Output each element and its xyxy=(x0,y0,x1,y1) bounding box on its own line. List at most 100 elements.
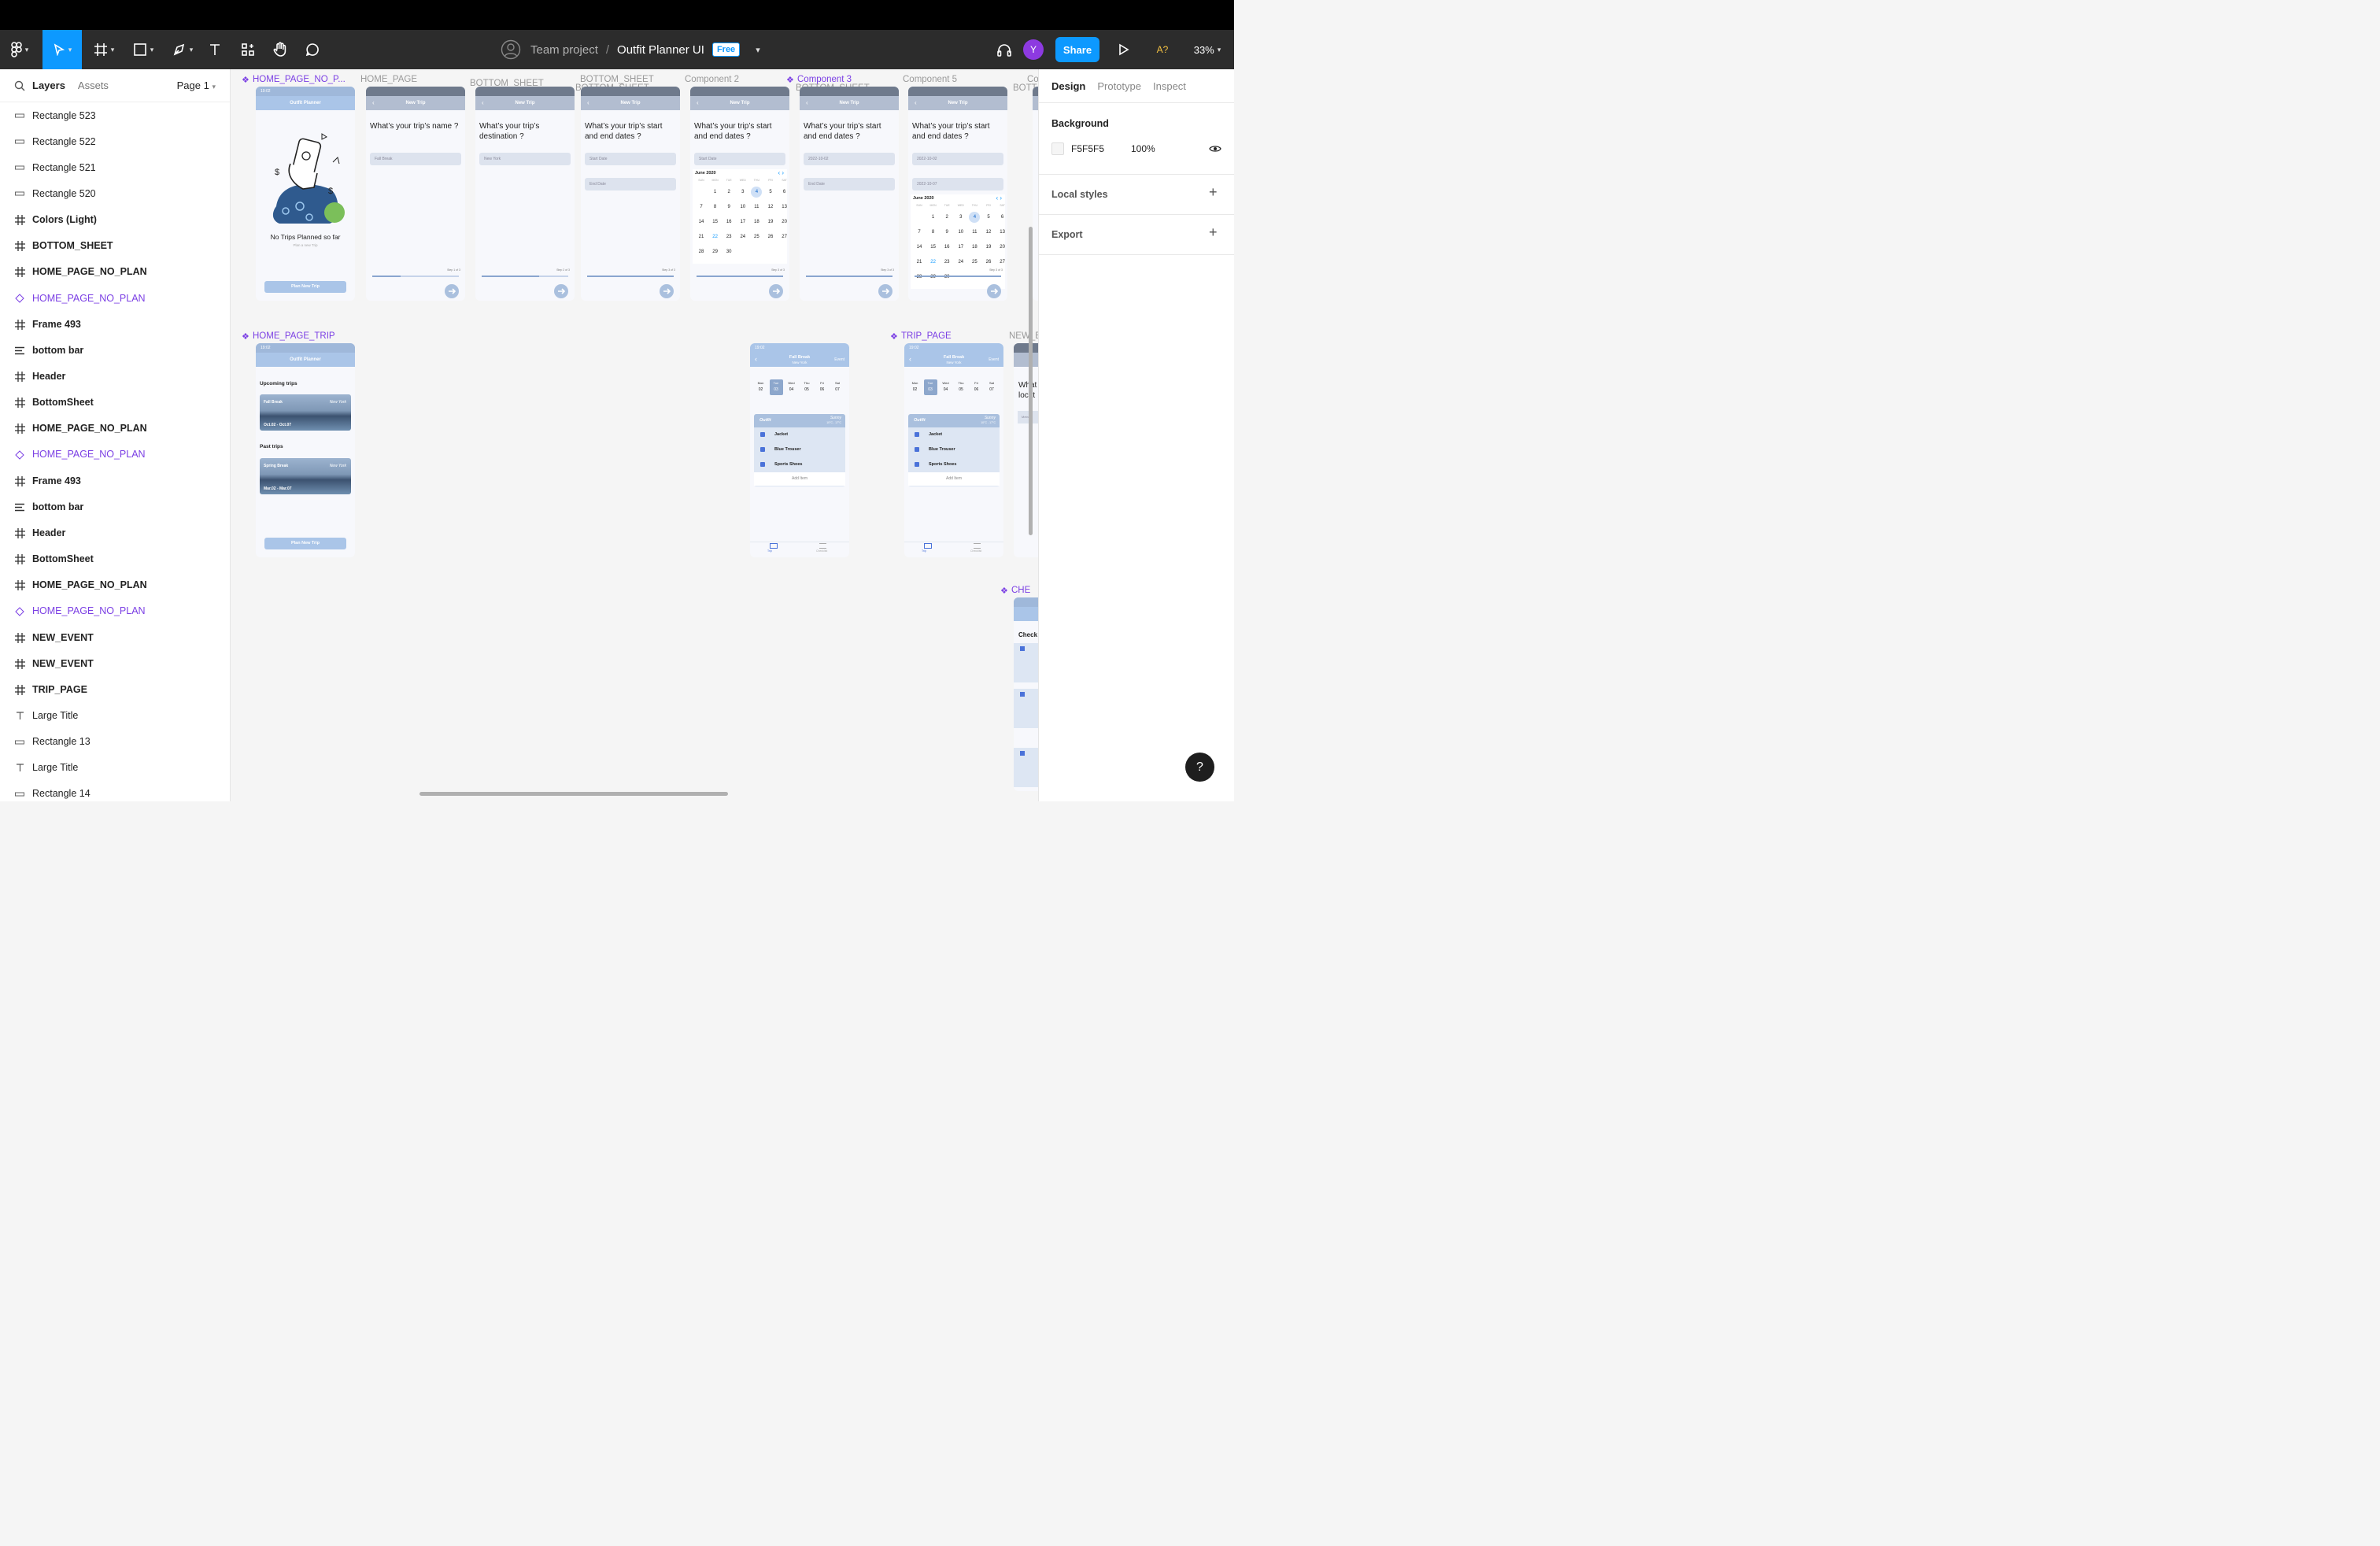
item-checkbox[interactable] xyxy=(915,432,919,437)
calendar-day[interactable]: 15 xyxy=(710,216,721,227)
calendar-day[interactable]: 6 xyxy=(997,212,1007,223)
tab-trip[interactable]: Trip xyxy=(767,549,772,553)
calendar-day[interactable]: 4 xyxy=(751,187,763,198)
calendar-day[interactable] xyxy=(779,246,789,257)
calendar-day[interactable]: 8 xyxy=(928,227,939,238)
calendar-day[interactable]: 22 xyxy=(928,257,939,268)
calendar-day[interactable] xyxy=(751,246,762,257)
calendar-day[interactable]: 23 xyxy=(941,257,952,268)
calendar-day[interactable]: 18 xyxy=(751,216,762,227)
calendar-day[interactable] xyxy=(969,272,980,283)
calendar-day[interactable]: 19 xyxy=(765,216,776,227)
shape-tool-button[interactable]: ▾ xyxy=(126,30,161,69)
calendar-day[interactable]: 7 xyxy=(914,227,925,238)
layer-row[interactable]: HOME_PAGE_NO_PLAN xyxy=(0,259,230,285)
calendar-day[interactable]: 3 xyxy=(955,212,966,223)
calendar-day[interactable] xyxy=(765,246,776,257)
calendar-day[interactable]: 27 xyxy=(997,257,1007,268)
help-button[interactable]: ? xyxy=(1185,753,1214,782)
back-chevron-icon[interactable]: ‹ xyxy=(482,99,484,106)
text-field[interactable]: Fall Break xyxy=(370,153,461,165)
calendar-day[interactable]: 5 xyxy=(983,212,994,223)
trip-card[interactable]: Spring Break New York Mar.02 - Mar.07 xyxy=(260,458,351,494)
next-button[interactable] xyxy=(660,284,674,298)
team-link[interactable]: Team project xyxy=(530,43,598,57)
calendar-day[interactable] xyxy=(955,272,966,283)
tab-prototype[interactable]: Prototype xyxy=(1097,80,1141,92)
calendar-day[interactable]: 25 xyxy=(969,257,980,268)
text-field[interactable]: 2022-10-02 xyxy=(804,153,895,165)
calendar-day[interactable]: 14 xyxy=(914,242,925,253)
calendar-day[interactable] xyxy=(914,212,925,223)
add-item-button[interactable]: Add Item xyxy=(908,472,1000,486)
calendar-day[interactable]: 3 xyxy=(737,187,748,198)
audio-button[interactable] xyxy=(993,30,1015,69)
calendar-day[interactable]: 14 xyxy=(696,216,707,227)
calendar-day[interactable]: 12 xyxy=(983,227,994,238)
calendar-day[interactable]: 28 xyxy=(914,272,925,283)
calendar-day[interactable]: 10 xyxy=(955,227,966,238)
calendar-day[interactable]: 2 xyxy=(941,212,952,223)
calendar-day[interactable]: 26 xyxy=(765,231,776,242)
calendar-day[interactable]: 20 xyxy=(779,216,789,227)
calendar-day[interactable]: 16 xyxy=(723,216,734,227)
add-style-plus-icon[interactable]: + xyxy=(1209,184,1218,201)
tab-assets[interactable]: Assets xyxy=(78,80,109,91)
layer-row[interactable]: BottomSheet xyxy=(0,546,230,572)
layer-row[interactable]: NEW_EVENT xyxy=(0,650,230,676)
layer-row[interactable]: Large Title xyxy=(0,755,230,781)
calendar-day[interactable]: 21 xyxy=(914,257,925,268)
layer-row[interactable]: BottomSheet xyxy=(0,390,230,416)
layer-row[interactable]: Frame 493 xyxy=(0,311,230,337)
calendar-day[interactable]: 21 xyxy=(696,231,707,242)
share-button[interactable]: Share xyxy=(1055,37,1099,62)
next-button[interactable] xyxy=(987,284,1001,298)
layer-row[interactable]: Rectangle 13 xyxy=(0,729,230,755)
layer-row[interactable]: Colors (Light) xyxy=(0,207,230,233)
layer-row[interactable]: HOME_PAGE_NO_PLAN xyxy=(0,416,230,442)
text-field[interactable]: Start Date xyxy=(694,153,785,165)
day-chip[interactable]: Sat 07 xyxy=(985,379,999,395)
canvas[interactable]: HOME_PAGE_NO_P... ❖ HOME_PAGE BOTTOM_SHEET B… xyxy=(231,69,1038,801)
layer-row[interactable]: Rectangle 523 xyxy=(0,102,230,128)
calendar-day[interactable]: 2 xyxy=(723,187,734,198)
date-picker[interactable]: June 2020 ‹ › SUN MON TUE WED THU FRI SAT 1 2 3 4 5 6 7… xyxy=(693,169,787,264)
calendar-day[interactable]: 6 xyxy=(779,187,789,198)
frame-label[interactable]: HOME_PAGE_NO_P... xyxy=(253,75,346,84)
layer-row[interactable]: Header xyxy=(0,364,230,390)
text-field[interactable]: New York xyxy=(479,153,571,165)
home-trip-frame[interactable]: Outfit Planner 19:02 Upcoming trips Fall Br… xyxy=(256,343,355,557)
layer-row[interactable]: HOME_PAGE_NO_PLAN xyxy=(0,572,230,598)
day-chip[interactable]: Wed 04 xyxy=(785,379,798,395)
calendar-day[interactable]: 13 xyxy=(779,202,789,213)
tab-inspect[interactable]: Inspect xyxy=(1153,80,1186,92)
checklist-frame-cut[interactable]: Check xyxy=(1014,597,1038,791)
zoom-menu[interactable]: 33% ▾ xyxy=(1188,30,1226,69)
back-chevron-icon[interactable]: ‹ xyxy=(697,99,699,106)
layer-row[interactable]: bottom bar xyxy=(0,494,230,520)
layer-row[interactable]: Rectangle 522 xyxy=(0,128,230,154)
plan-badge[interactable]: Free xyxy=(711,43,741,57)
next-button[interactable] xyxy=(769,284,783,298)
next-button[interactable] xyxy=(445,284,459,298)
layer-row[interactable]: TRIP_PAGE xyxy=(0,676,230,702)
horizontal-scrollbar[interactable] xyxy=(419,792,728,796)
pen-tool-button[interactable]: ▾ xyxy=(165,30,200,69)
calendar-day[interactable]: 8 xyxy=(710,202,721,213)
calendar-day[interactable]: 11 xyxy=(969,227,980,238)
calendar-day[interactable]: 30 xyxy=(723,246,734,257)
accessibility-indicator[interactable]: A? xyxy=(1151,30,1174,69)
back-chevron-icon[interactable]: ‹ xyxy=(909,355,911,363)
calendar-day[interactable]: 29 xyxy=(928,272,939,283)
plan-new-trip-button[interactable]: Plan New Trip xyxy=(264,281,346,293)
day-chip[interactable]: Mon 02 xyxy=(754,379,767,395)
calendar-day[interactable]: 7 xyxy=(696,202,707,213)
day-chip[interactable]: Sat 07 xyxy=(831,379,844,395)
item-checkbox[interactable] xyxy=(760,447,765,452)
date-picker[interactable]: June 2020 ‹ › SUN MON TUE WED THU FRI SAT 1 2 3 4 5 6 7… xyxy=(911,194,1005,289)
vertical-scrollbar[interactable] xyxy=(1029,227,1033,535)
eye-icon[interactable] xyxy=(1209,144,1221,153)
calendar-day[interactable]: 17 xyxy=(737,216,748,227)
calendar-day[interactable]: 10 xyxy=(737,202,748,213)
frame-label[interactable]: HOME_PAGE xyxy=(360,75,417,84)
